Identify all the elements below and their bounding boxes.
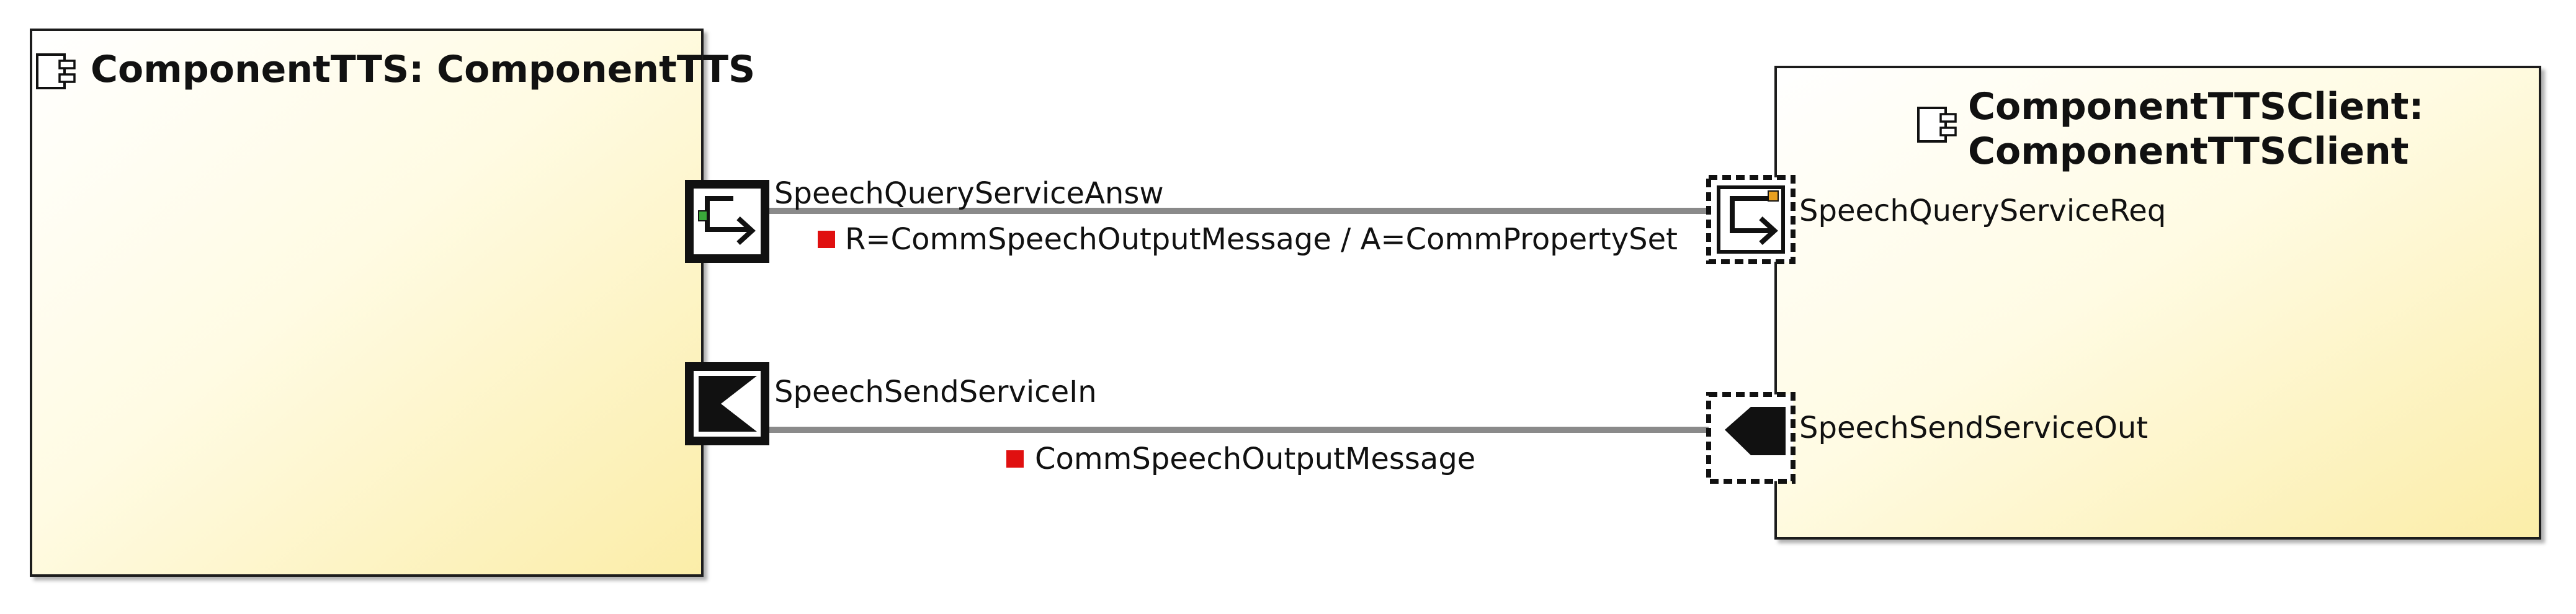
port-send-out-label: SpeechSendServiceOut: [1799, 411, 2148, 445]
component-tts-client-title-line2: ComponentTTSClient: [1968, 130, 2408, 173]
connector-marker: [1006, 450, 1024, 468]
component-diagram: ComponentTTS: ComponentTTS ComponentTTSC…: [30, 29, 2541, 577]
port-answer[interactable]: [685, 180, 769, 263]
port-answer-label: SpeechQueryServiceAnsw: [774, 176, 1164, 211]
port-send-in-label: SpeechSendServiceIn: [774, 375, 1097, 409]
component-tts-title: ComponentTTS: ComponentTTS: [91, 48, 755, 91]
component-tts[interactable]: ComponentTTS: ComponentTTS: [30, 29, 755, 577]
port-request[interactable]: [1706, 175, 1796, 264]
connector-send-label: CommSpeechOutputMessage: [1035, 442, 1475, 476]
connector-marker: [818, 231, 835, 248]
component-tts-client[interactable]: ComponentTTSClient: ComponentTTSClient: [1774, 66, 2541, 540]
component-tts-client-title-line1: ComponentTTSClient:: [1968, 85, 2423, 128]
connector-query-label-group: R=CommSpeechOutputMessage / A=CommProper…: [818, 222, 1678, 257]
port-send-in[interactable]: [685, 362, 769, 445]
port-request-label: SpeechQueryServiceReq: [1799, 194, 2166, 228]
connector-query-label: R=CommSpeechOutputMessage / A=CommProper…: [845, 222, 1678, 257]
connector-send-label-group: CommSpeechOutputMessage: [1006, 442, 1475, 476]
port-send-out[interactable]: [1706, 392, 1796, 484]
